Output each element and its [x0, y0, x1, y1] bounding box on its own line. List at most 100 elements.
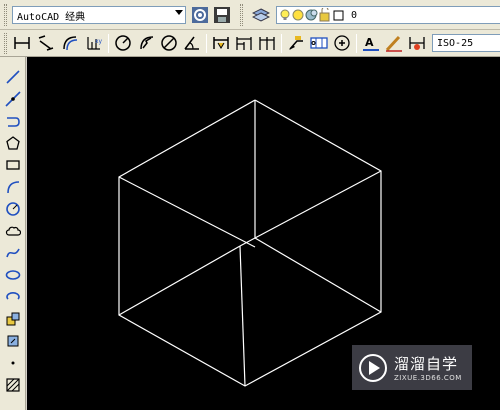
gear-icon	[192, 7, 208, 23]
ordinate-dimension-icon: xy	[87, 37, 103, 50]
jogged-dimension-icon	[140, 36, 154, 50]
watermark-text: 溜溜自学 ZIXUE.3D66.COM	[394, 353, 462, 382]
radius-dimension-button[interactable]	[112, 32, 134, 54]
watermark-title: 溜溜自学	[394, 355, 459, 373]
center-mark-button[interactable]	[331, 32, 353, 54]
make-block-icon	[7, 335, 19, 347]
layer-name: 0	[351, 9, 358, 21]
circle-icon	[6, 202, 20, 216]
toolbar-separator	[281, 34, 282, 53]
toolbar-separator	[108, 34, 109, 53]
dimension-edit-button[interactable]: A	[360, 32, 382, 54]
layer-manager-button[interactable]	[250, 4, 272, 26]
cube-edge	[239, 237, 256, 247]
toolbar-grip[interactable]	[4, 4, 7, 26]
hatch-icon	[6, 378, 20, 392]
arc-icon	[7, 181, 20, 194]
tolerance-icon	[310, 37, 328, 49]
toolbar-separator	[206, 34, 207, 53]
ellipse-arc-button[interactable]	[2, 287, 24, 307]
arc-length-button[interactable]	[59, 32, 81, 54]
ellipse-button[interactable]	[2, 265, 24, 285]
ordinate-dimension-button[interactable]: xy	[83, 32, 105, 54]
layers-icon	[252, 8, 270, 22]
quick-leader-icon	[289, 36, 303, 50]
draw-toolbar	[0, 57, 26, 410]
workspace-save-icon	[214, 7, 230, 23]
polyline-button[interactable]	[2, 111, 24, 131]
watermark-url: ZIXUE.3D66.COM	[394, 374, 462, 382]
insert-block-button[interactable]	[2, 309, 24, 329]
line-button[interactable]	[2, 67, 24, 87]
linear-dimension-button[interactable]	[11, 32, 33, 54]
baseline-dimension-icon	[236, 37, 252, 50]
continue-dimension-button[interactable]	[256, 32, 278, 54]
angular-dimension-icon	[184, 36, 199, 50]
ellipse-arc-icon	[6, 292, 20, 300]
dimension-style-value: ISO-25	[437, 37, 474, 49]
make-block-button[interactable]	[2, 331, 24, 351]
baseline-dimension-button[interactable]	[233, 32, 255, 54]
spline-button[interactable]	[2, 243, 24, 263]
toolbar-grip[interactable]	[240, 4, 243, 26]
center-mark-icon	[334, 35, 350, 51]
toolbar-grip[interactable]	[4, 33, 7, 54]
save-workspace-button[interactable]	[211, 4, 233, 26]
dimension-style-dropdown[interactable]: ISO-25	[432, 34, 500, 52]
jogged-dimension-button[interactable]	[136, 32, 158, 54]
workspace-dropdown[interactable]: AutoCAD 经典	[12, 6, 186, 24]
diameter-dimension-icon	[161, 35, 177, 51]
arc-length-icon	[63, 36, 78, 51]
svg-text:A: A	[365, 36, 374, 49]
angular-dimension-button[interactable]	[181, 32, 203, 54]
dimension-edit-icon: A	[363, 36, 379, 51]
dimension-text-edit-button[interactable]	[383, 32, 405, 54]
aligned-dimension-icon	[38, 35, 54, 51]
toolbar-separator	[356, 34, 357, 53]
watermark-logo: 溜溜自学 ZIXUE.3D66.COM	[352, 345, 472, 390]
aligned-dimension-button[interactable]	[35, 32, 57, 54]
layer-state-icons	[280, 8, 344, 22]
cube-edge	[118, 245, 241, 316]
point-button[interactable]	[2, 353, 24, 373]
unlock-icon	[321, 8, 329, 13]
polyline-icon	[7, 117, 20, 127]
spline-icon	[6, 248, 20, 258]
tolerance-button[interactable]	[308, 32, 330, 54]
workspace-settings-button[interactable]	[189, 4, 211, 26]
diameter-dimension-button[interactable]	[158, 32, 180, 54]
polygon-icon	[6, 136, 20, 150]
circle-button[interactable]	[2, 199, 24, 219]
workspaces-toolbar: AutoCAD 经典 0	[0, 0, 500, 30]
radius-dimension-icon	[115, 35, 131, 51]
rectangle-button[interactable]	[2, 155, 24, 175]
revision-cloud-icon	[5, 226, 21, 236]
cube-edge	[239, 245, 246, 387]
cube-edge	[118, 176, 256, 248]
dimension-update-button[interactable]	[406, 32, 428, 54]
dimension-toolbar: xy A ISO-25	[0, 30, 500, 57]
point-icon	[11, 361, 15, 365]
continue-dimension-icon	[259, 37, 275, 50]
quick-leader-button[interactable]	[285, 32, 307, 54]
rectangle-icon	[6, 160, 20, 170]
cube-edge	[254, 170, 382, 239]
dimension-update-icon	[409, 37, 425, 50]
construction-line-button[interactable]	[2, 89, 24, 109]
arc-button[interactable]	[2, 177, 24, 197]
quick-dimension-button[interactable]	[210, 32, 232, 54]
construction-line-icon	[5, 91, 21, 107]
cube-outline	[118, 99, 382, 387]
insert-block-icon	[6, 312, 20, 326]
revision-cloud-button[interactable]	[2, 221, 24, 241]
quick-dimension-icon	[213, 37, 229, 49]
linear-dimension-icon	[14, 37, 30, 49]
layer-dropdown[interactable]: 0	[276, 6, 500, 24]
ellipse-icon	[5, 270, 21, 280]
workspace-value: AutoCAD 经典	[17, 11, 86, 23]
svg-text:xy: xy	[95, 38, 103, 45]
polygon-button[interactable]	[2, 133, 24, 153]
hatch-button[interactable]	[2, 375, 24, 395]
layer-color-swatch	[333, 10, 344, 21]
chevron-down-icon	[175, 10, 183, 15]
